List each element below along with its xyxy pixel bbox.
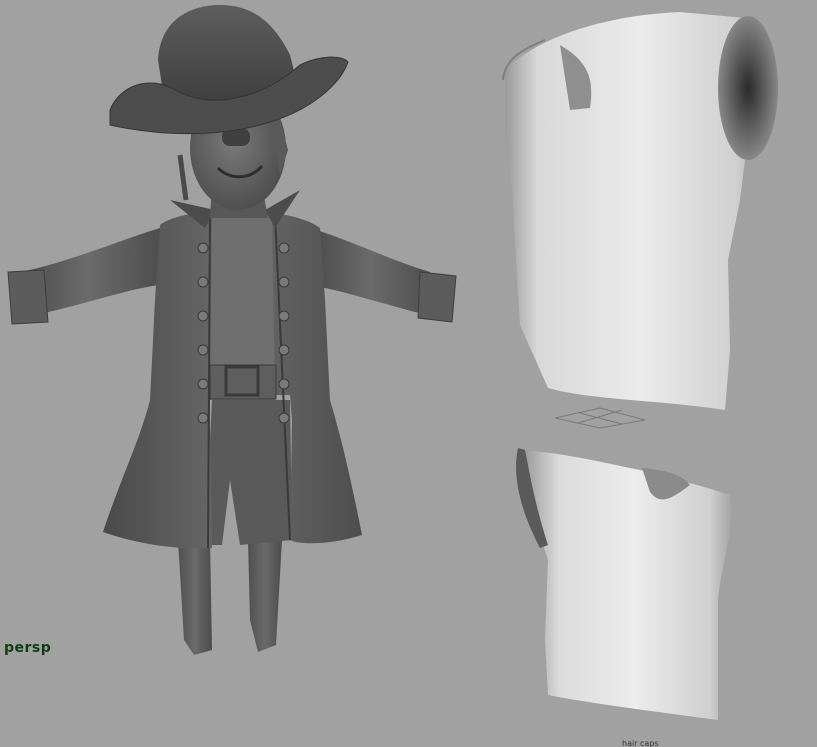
3d-viewport[interactable]: persp hair caps	[0, 0, 817, 747]
pants	[205, 400, 292, 545]
shirt-mesh-front[interactable]	[502, 12, 778, 410]
right-leg	[248, 540, 282, 652]
right-cuff	[417, 271, 457, 323]
object-label: hair caps	[622, 739, 659, 747]
left-cuff	[7, 269, 49, 325]
viewport-scene[interactable]	[0, 0, 817, 747]
pirate-character[interactable]	[7, 5, 457, 655]
earring	[177, 154, 189, 201]
shirt-mesh-side[interactable]	[516, 448, 732, 720]
armhole-right	[718, 16, 778, 160]
camera-label: persp	[4, 640, 52, 656]
left-leg	[178, 540, 212, 655]
right-arm	[310, 228, 432, 316]
ground-grid	[554, 407, 646, 429]
